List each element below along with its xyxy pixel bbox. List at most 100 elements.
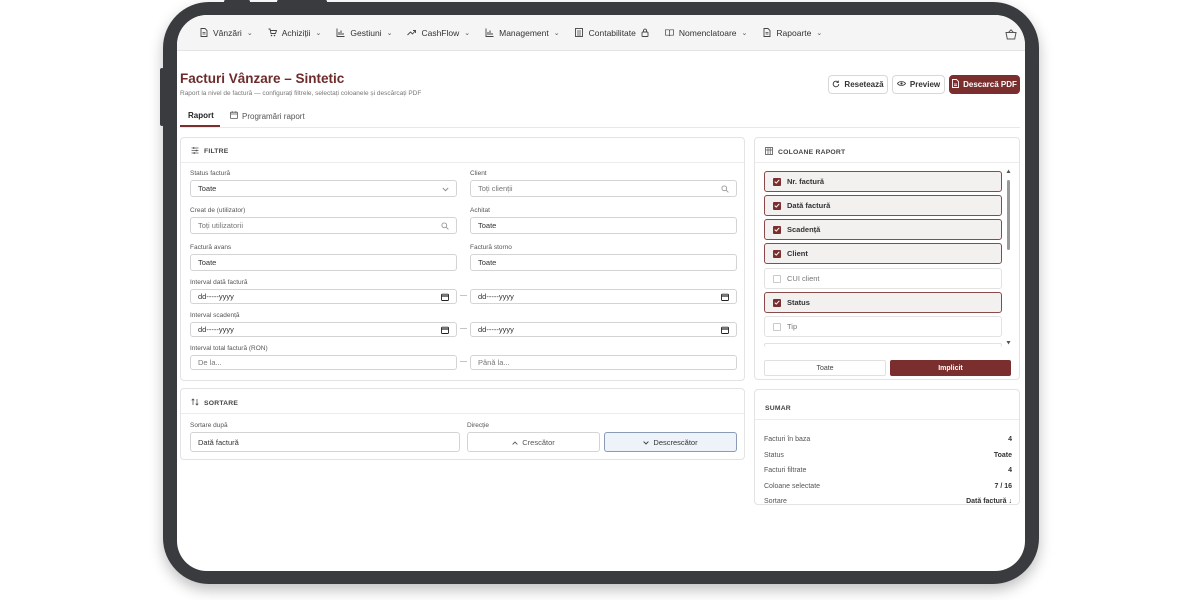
total-from-input[interactable]: De la...	[190, 355, 457, 370]
reset-button[interactable]: Resetează	[828, 75, 888, 94]
from-placeholder: De la...	[198, 358, 222, 367]
summary-value: 4	[1008, 436, 1012, 443]
chevron-up-icon	[512, 438, 518, 447]
device-button	[224, 0, 250, 3]
document-icon	[762, 28, 771, 37]
sliders-icon	[191, 147, 199, 156]
summary-label: Sortare	[764, 498, 787, 505]
nav-item-nomenclatoare[interactable]: Nomenclatoare ⌄	[664, 27, 747, 38]
filters-heading: FILTRE	[191, 147, 228, 156]
search-icon	[721, 185, 729, 193]
default-columns-button[interactable]: Implicit	[890, 360, 1011, 376]
total-to-input[interactable]: Până la...	[470, 355, 737, 370]
created-by-label: Creat de (utilizator)	[190, 207, 246, 214]
sort-descending-button[interactable]: Descrescător	[604, 432, 737, 452]
summary-value: 4	[1008, 467, 1012, 474]
summary-card: SUMAR Facturi în baza 4 Status Toate Facturi…	[754, 389, 1020, 505]
sort-by-select[interactable]: Dată factură	[190, 432, 460, 452]
tab-label: Raport	[188, 111, 214, 120]
advance-invoice-label: Factură avans	[190, 244, 232, 251]
sort-ascending-button[interactable]: Crescător	[467, 432, 600, 452]
sort-by-label: Sortare după	[190, 422, 228, 429]
summary-label: Coloane selectate	[764, 483, 821, 490]
summary-row: Sortare Dată factură ↓	[764, 498, 1012, 505]
invoice-date-from-input[interactable]: dd-----yyyy	[190, 289, 457, 304]
column-option[interactable]: Dată factură	[764, 195, 1002, 216]
filters-card: FILTRE Status factură Toate Client Toți …	[180, 137, 745, 381]
paid-select[interactable]: Toate	[470, 217, 737, 234]
descending-label: Descrescător	[653, 437, 698, 447]
column-option[interactable]: CUI client	[764, 268, 1002, 289]
client-placeholder: Toți clienții	[478, 184, 513, 193]
list-item-partial	[764, 343, 1002, 347]
nav-item-contabilitate[interactable]: Contabilitate	[575, 28, 650, 38]
client-search-input[interactable]: Toți clienții	[470, 180, 737, 197]
invoice-date-interval-label: Interval dată factură	[190, 279, 248, 286]
table-icon	[765, 147, 773, 157]
summary-heading: SUMAR	[765, 405, 791, 412]
nav-item-cashflow[interactable]: CashFlow ⌄	[407, 28, 470, 38]
checkbox-checked-icon[interactable]	[773, 249, 781, 258]
columns-heading-text: COLOANE RAPORT	[778, 148, 846, 156]
tab-programari-raport[interactable]: Programări raport	[230, 111, 305, 121]
download-pdf-button[interactable]: Descarcă PDF	[949, 75, 1020, 94]
storno-invoice-select[interactable]: Toate	[470, 254, 737, 271]
scrollbar-thumb[interactable]	[1007, 180, 1010, 250]
checkbox-icon[interactable]	[773, 274, 781, 283]
checkbox-checked-icon[interactable]	[773, 177, 781, 186]
column-option[interactable]: Nr. factură	[764, 171, 1002, 192]
sorting-heading: SORTARE	[191, 398, 238, 408]
checkbox-checked-icon[interactable]	[773, 298, 781, 307]
invoice-date-to-input[interactable]: dd-----yyyy	[470, 289, 737, 304]
divider	[755, 419, 1019, 420]
top-nav: Vânzări ⌄ Achiziții ⌄ Gestiuni ⌄ CashFlo…	[177, 15, 1025, 51]
summary-value: Toate	[993, 452, 1012, 459]
chevron-down-icon	[643, 438, 650, 447]
status-select[interactable]: Toate	[190, 180, 457, 197]
sort-by-value: Dată factură	[198, 437, 239, 447]
all-label: Toate	[816, 364, 834, 372]
preview-button[interactable]: Preview	[892, 75, 945, 94]
column-option-label: Nr. factură	[787, 177, 825, 186]
nav-item-management[interactable]: Management ⌄	[485, 28, 560, 38]
lock-icon	[641, 28, 650, 37]
sort-icon	[191, 398, 199, 408]
client-label: Client	[470, 170, 487, 177]
basket-icon[interactable]	[1005, 27, 1017, 40]
checkbox-checked-icon[interactable]	[773, 201, 781, 210]
download-label: Descarcă PDF	[963, 80, 1017, 89]
select-all-columns-button[interactable]: Toate	[764, 360, 886, 376]
nav-label: Achiziții	[281, 27, 311, 38]
nav-label: Rapoarte	[776, 27, 812, 38]
column-option[interactable]: Scadență	[764, 219, 1002, 240]
due-date-to-input[interactable]: dd-----yyyy	[470, 322, 737, 337]
total-interval-label: Interval total factură (RON)	[190, 345, 268, 352]
nav-item-vanzari[interactable]: Vânzări ⌄	[199, 28, 253, 38]
column-option[interactable]: Status	[764, 292, 1002, 313]
nav-label: Nomenclatoare	[678, 27, 737, 38]
due-date-from-input[interactable]: dd-----yyyy	[190, 322, 457, 337]
column-option[interactable]: Tip	[764, 316, 1002, 337]
nav-item-rapoarte[interactable]: Rapoarte ⌄	[762, 28, 822, 38]
tab-label: Programări raport	[242, 111, 305, 121]
calendar-icon	[721, 326, 729, 334]
nav-item-gestiuni[interactable]: Gestiuni ⌄	[336, 28, 392, 38]
checkbox-checked-icon[interactable]	[773, 225, 781, 234]
column-option-label: Client	[787, 249, 808, 258]
calendar-icon	[441, 293, 449, 301]
created-by-search-input[interactable]: Toți utilizatorii	[190, 217, 457, 234]
tab-raport[interactable]: Raport	[188, 111, 214, 120]
eye-icon	[896, 80, 906, 89]
filters-heading-text: FILTRE	[204, 148, 229, 155]
to-placeholder: Până la...	[478, 358, 510, 367]
advance-invoice-select[interactable]: Toate	[190, 254, 457, 271]
chevron-down-icon: ⌄	[315, 29, 322, 37]
paid-label: Achitat	[470, 207, 490, 214]
range-separator: —	[460, 325, 467, 332]
checkbox-icon[interactable]	[773, 322, 781, 331]
summary-row: Status Toate	[764, 452, 1012, 459]
bar-chart-icon	[485, 28, 494, 37]
nav-item-achizitii[interactable]: Achiziții ⌄	[268, 27, 322, 38]
default-label: Implicit	[938, 364, 963, 372]
column-option[interactable]: Client	[764, 243, 1002, 264]
